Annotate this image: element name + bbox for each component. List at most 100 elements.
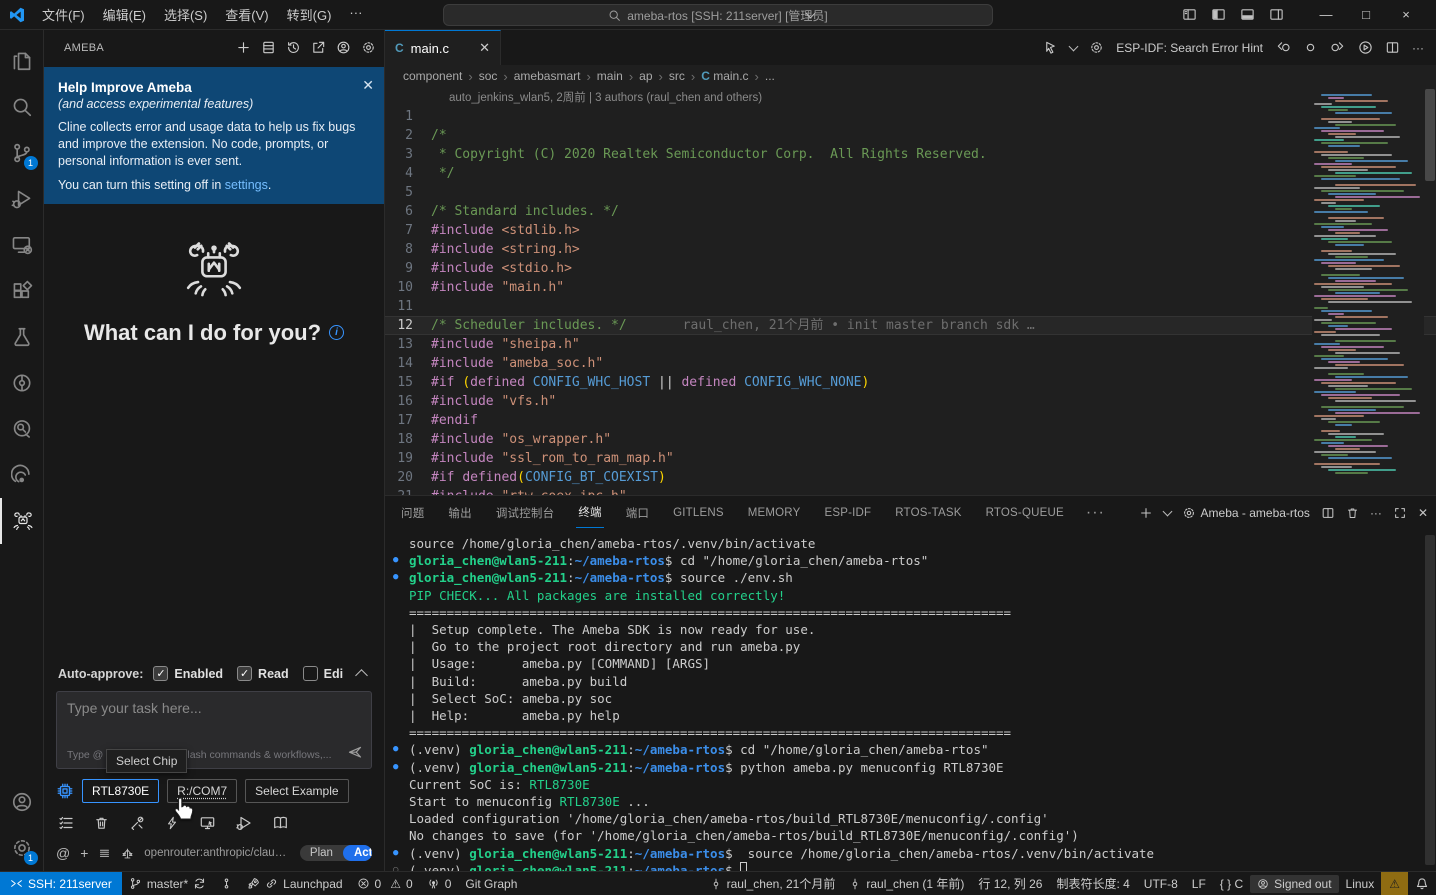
menu-item-0[interactable]: 文件(F) (34, 2, 93, 27)
cursor-position-status[interactable]: 行 12, 列 26 (971, 872, 1049, 895)
mcp-servers-icon[interactable] (261, 40, 276, 55)
file-blame-status[interactable]: raul_chen (1 年前) (842, 872, 971, 895)
breadcrumb-item[interactable]: src (669, 69, 685, 83)
launchpad-status[interactable]: Launchpad (240, 872, 349, 895)
banner-close-icon[interactable]: ✕ (362, 77, 374, 94)
testing-icon[interactable] (0, 314, 44, 360)
breadcrumb-item[interactable]: soc (479, 69, 498, 83)
run-debug-icon[interactable] (0, 176, 44, 222)
panel-tab-6[interactable]: MEMORY (746, 500, 803, 526)
code-line[interactable]: 3 * Copyright (C) 2020 Realtek Semicondu… (385, 145, 1436, 164)
source-control-icon[interactable]: 1 (0, 130, 44, 176)
settings-gear-icon[interactable]: 1 (0, 825, 44, 871)
mode-toggle[interactable]: Plan Act (300, 845, 372, 861)
encoding-status[interactable]: UTF-8 (1137, 872, 1185, 895)
plan-mode-button[interactable]: Plan (300, 845, 343, 861)
extension-settings-icon[interactable] (361, 40, 376, 55)
debug-run-icon[interactable] (236, 815, 252, 831)
menu-bar[interactable]: 文件(F)编辑(E)选择(S)查看(V)转到(G)··· (34, 2, 370, 27)
breadcrumb[interactable]: component›soc›amebasmart›main›ap›src›C m… (385, 65, 1436, 87)
screen-cursor-icon[interactable] (199, 815, 216, 831)
code-line[interactable]: 20#if defined(CONFIG_BT_COEXIST) (385, 468, 1436, 487)
task-input[interactable] (67, 700, 361, 734)
mention-icon[interactable]: @ (56, 845, 70, 861)
add-context-icon[interactable]: + (80, 845, 88, 861)
os-status[interactable]: Linux (1339, 872, 1382, 895)
auto-approve-edi[interactable]: Edi (303, 666, 343, 681)
search-view-icon[interactable] (0, 84, 44, 130)
eol-status[interactable]: LF (1185, 872, 1213, 895)
tools-icon[interactable] (129, 815, 145, 831)
code-line[interactable]: 12/* Scheduler includes. */raul_chen, 21… (385, 316, 1436, 335)
code-line[interactable]: 6/* Standard includes. */ (385, 202, 1436, 221)
prev-change-icon[interactable] (1275, 40, 1291, 55)
branch-status[interactable]: master* (122, 872, 213, 895)
ports-status[interactable]: 0 (420, 872, 459, 895)
terminal-scrollbar[interactable] (1425, 535, 1435, 865)
panel-tab-2[interactable]: 调试控制台 (494, 498, 557, 528)
toggle-panel-icon[interactable] (1240, 7, 1255, 22)
account-icon[interactable] (336, 40, 351, 55)
trash-icon[interactable] (94, 815, 109, 831)
panel-tab-7[interactable]: ESP-IDF (822, 500, 873, 526)
breadcrumb-item[interactable]: C main.c (701, 69, 748, 83)
select-example-button[interactable]: Select Example (245, 779, 348, 803)
info-icon[interactable]: i (329, 325, 344, 340)
panel-tab-3[interactable]: 终端 (576, 497, 603, 528)
terminal-list-item[interactable]: Ameba - ameba-rtos (1182, 506, 1310, 520)
split-editor-icon[interactable] (1385, 40, 1400, 55)
new-task-icon[interactable] (236, 40, 251, 55)
task-input-box[interactable]: Type @ for context, / for slash commands… (56, 691, 372, 769)
git-graph-status[interactable]: Git Graph (458, 872, 524, 895)
maximize-button[interactable]: □ (1346, 7, 1386, 22)
split-terminal-icon[interactable] (1321, 506, 1335, 520)
close-window-button[interactable]: × (1386, 7, 1426, 22)
terminal[interactable]: source /home/gloria_chen/ameba-rtos/.ven… (385, 529, 1436, 871)
menu-item-2[interactable]: 选择(S) (156, 2, 215, 27)
panel-more-icon[interactable]: ··· (1370, 506, 1382, 520)
more-actions-icon[interactable]: ··· (1412, 41, 1424, 55)
remote-status[interactable]: SSH: 211server (0, 872, 122, 895)
new-terminal-icon[interactable] (1139, 506, 1153, 520)
gitlens-search-icon[interactable] (0, 406, 44, 452)
code-line[interactable]: 14#include "ameba_soc.h" (385, 354, 1436, 373)
toggle-sidebar-right-icon[interactable] (1269, 7, 1284, 22)
chevron-down-icon[interactable] (1069, 41, 1079, 51)
explorer-icon[interactable] (0, 38, 44, 84)
code-line[interactable]: 11 (385, 297, 1436, 316)
change-marker-icon[interactable] (1303, 40, 1318, 55)
act-mode-button[interactable]: Act (343, 845, 372, 861)
code-line[interactable]: 5 (385, 183, 1436, 202)
menu-item-4[interactable]: 转到(G) (279, 2, 340, 27)
code-line[interactable]: 9#include <stdio.h> (385, 259, 1436, 278)
menu-item-3[interactable]: 查看(V) (217, 2, 276, 27)
code-line[interactable]: 13#include "sheipa.h" (385, 335, 1436, 354)
settings-link[interactable]: settings (225, 178, 268, 192)
next-change-icon[interactable] (1330, 40, 1346, 55)
breadcrumb-item[interactable]: ap (639, 69, 652, 83)
editor-scrollbar[interactable] (1424, 87, 1436, 495)
code-line[interactable]: 2/* (385, 126, 1436, 145)
send-icon[interactable] (347, 744, 363, 760)
problems-status[interactable]: 0 ⚠ 0 (350, 872, 420, 895)
settings-gear-icon[interactable] (1089, 40, 1104, 55)
tab-main-c[interactable]: C main.c ✕ (385, 30, 501, 65)
indentation-status[interactable]: 制表符长度: 4 (1049, 872, 1136, 895)
history-icon[interactable] (286, 40, 301, 55)
panel-tab-9[interactable]: RTOS-QUEUE (984, 500, 1066, 526)
task-list-icon[interactable] (58, 815, 74, 831)
code-line[interactable]: 21#include "rtw_coex_ipc.h" (385, 487, 1436, 495)
model-label[interactable]: openrouter:anthropic/claude-so... (144, 847, 290, 859)
chevron-up-icon[interactable] (355, 669, 368, 682)
auto-approve-row[interactable]: Auto-approve: ✓Enabled✓ReadEdi (56, 662, 372, 691)
tab-close-icon[interactable]: ✕ (479, 40, 490, 56)
docs-book-icon[interactable] (272, 815, 289, 831)
code-editor[interactable]: 12/*3 * Copyright (C) 2020 Realtek Semic… (385, 107, 1436, 495)
code-line[interactable]: 19#include "ssl_rom_to_ram_map.h" (385, 449, 1436, 468)
remote-explorer-icon[interactable] (0, 222, 44, 268)
extensions-icon[interactable] (0, 268, 44, 314)
breadcrumb-item[interactable]: main (597, 69, 623, 83)
editor-body[interactable]: auto_jenkins_wlan5, 2周前 | 3 authors (rau… (385, 87, 1436, 495)
panel-tabs[interactable]: 问题输出调试控制台终端端口GITLENSMEMORYESP-IDFRTOS-TA… (399, 497, 1086, 528)
panel-tabs-more-icon[interactable]: ··· (1086, 504, 1105, 522)
